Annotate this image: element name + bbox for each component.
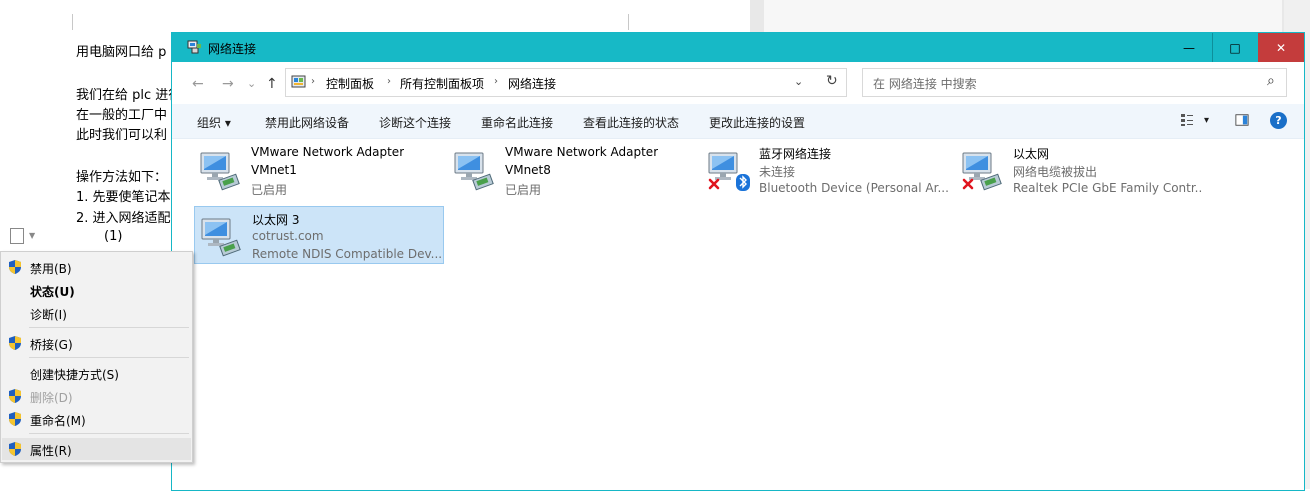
refresh-icon[interactable]: ↻ (826, 73, 838, 89)
breadcrumb-separator-icon: › (311, 76, 315, 87)
menu-item-label: 禁用(B) (30, 262, 72, 276)
connection-status: Remote NDIS Compatible Dev... (252, 247, 442, 261)
connection-name: VMware Network Adapter (251, 145, 405, 159)
search-placeholder: 在 网络连接 中搜索 (873, 77, 977, 91)
menu-item-properties[interactable]: 属性(R) (2, 438, 191, 460)
connection-name: 以太网 (1013, 147, 1050, 161)
menu-separator (29, 433, 189, 434)
uac-shield-icon (9, 260, 21, 274)
document-line: 此时我们可以利 (76, 128, 168, 143)
maximize-button[interactable]: □ (1212, 33, 1258, 62)
menu-item-label: 状态(U) (30, 285, 75, 299)
document-line: 在一般的工厂中 (76, 108, 168, 123)
network-adapter-icon (454, 152, 494, 191)
uac-shield-icon (9, 412, 21, 426)
change-view-caret-icon[interactable]: ▾ (1204, 115, 1209, 126)
address-dropdown-chevron-icon[interactable]: ⌄ (794, 75, 803, 88)
menu-item-label: 删除(D) (30, 391, 73, 405)
connection-item-ethernet-3[interactable]: 以太网 3 cotrust.com Remote NDIS Compatible… (194, 206, 444, 264)
connection-status: Bluetooth Device (Personal Ar... (759, 181, 949, 195)
connection-status: 已启用 (251, 183, 288, 197)
menu-item-label: 属性(R) (30, 444, 72, 458)
connection-device: VMnet1 (251, 163, 297, 177)
control-panel-icon (291, 75, 306, 88)
network-connections-app-icon (187, 40, 201, 54)
menu-item-delete: 删除(D) (2, 385, 191, 407)
uac-shield-icon (9, 336, 21, 350)
document-line: 用电脑网口给 p (76, 45, 167, 60)
connection-item-ethernet[interactable]: 以太网 网络电缆被拔出 Realtek PCIe GbE Family Cont… (956, 141, 1206, 199)
connection-context-menu: 禁用(B) 状态(U) 诊断(I) 桥接(G) 创建快捷方式(S) 删除(D) … (0, 251, 193, 463)
connection-device: VMnet8 (505, 163, 551, 177)
rename-connection-button[interactable]: 重命名此连接 (481, 114, 553, 131)
view-status-button[interactable]: 查看此连接的状态 (583, 114, 679, 131)
page-corner-mark (628, 14, 629, 30)
breadcrumb-network-connections[interactable]: 网络连接 (508, 75, 556, 92)
menu-item-label: 重命名(M) (30, 414, 86, 428)
connection-name: 以太网 3 (252, 213, 300, 227)
breadcrumb-separator-icon: › (494, 76, 498, 87)
minimize-button[interactable]: — (1166, 33, 1212, 62)
menu-item-label: 桥接(G) (30, 338, 73, 352)
menu-item-label: 创建快捷方式(S) (30, 368, 119, 382)
network-connections-window: 网络连接 — □ ✕ ← → ⌄ ↑ › 控制面板 › 所有控制面板项 › 网络… (171, 32, 1305, 491)
diagnose-connection-button[interactable]: 诊断这个连接 (379, 114, 451, 131)
menu-separator (29, 357, 189, 358)
window-title: 网络连接 (208, 42, 257, 56)
breadcrumb-separator-icon: › (387, 76, 391, 87)
close-button[interactable]: ✕ (1258, 33, 1304, 62)
menu-item-status[interactable]: 状态(U) (2, 279, 191, 301)
connection-name: 蓝牙网络连接 (759, 147, 832, 161)
uac-shield-icon (9, 389, 21, 403)
help-icon[interactable]: ? (1270, 112, 1287, 129)
recent-locations-chevron-icon[interactable]: ⌄ (247, 77, 256, 90)
forward-arrow-icon[interactable]: → (222, 76, 234, 92)
network-adapter-icon (201, 218, 241, 257)
menu-item-label: 诊断(I) (30, 308, 67, 322)
title-bar[interactable]: 网络连接 — □ ✕ (172, 33, 1304, 62)
connection-device: 未连接 (759, 165, 796, 179)
network-adapter-icon (962, 152, 1002, 191)
connection-item-vmnet8[interactable]: VMware Network Adapter VMnet8 已启用 (448, 141, 698, 199)
back-arrow-icon[interactable]: ← (192, 76, 204, 92)
document-line: 操作方法如下： (76, 170, 168, 185)
menu-item-bridge[interactable]: 桥接(G) (2, 332, 191, 354)
preview-pane-icon[interactable] (1235, 113, 1249, 127)
command-bar: 组织 ▾ 禁用此网络设备 诊断这个连接 重命名此连接 查看此连接的状态 更改此连… (172, 104, 1304, 139)
disable-device-button[interactable]: 禁用此网络设备 (265, 114, 349, 131)
connection-status: 已启用 (505, 183, 542, 197)
breadcrumb-control-panel[interactable]: 控制面板 (326, 75, 374, 92)
search-icon[interactable]: ⌕ (1267, 73, 1275, 89)
organize-menu-button[interactable]: 组织 ▾ (197, 114, 231, 131)
connection-device: cotrust.com (252, 229, 324, 243)
up-arrow-icon[interactable]: ↑ (266, 76, 278, 92)
search-box[interactable]: 在 网络连接 中搜索 ⌕ (862, 68, 1287, 97)
document-line: 我们在给 plc 进行 (76, 88, 182, 103)
bluetooth-adapter-icon (708, 152, 750, 191)
menu-item-create-shortcut[interactable]: 创建快捷方式(S) (2, 362, 191, 384)
address-bar[interactable]: › 控制面板 › 所有控制面板项 › 网络连接 ⌄ ↻ (285, 68, 847, 97)
uac-shield-icon (9, 442, 21, 456)
paste-options-caret-icon[interactable]: ▼ (29, 231, 35, 240)
menu-item-disable[interactable]: 禁用(B) (2, 256, 191, 278)
connection-status: Realtek PCIe GbE Family Contr... (1013, 181, 1203, 195)
page-corner-mark (72, 14, 73, 30)
menu-item-diagnose[interactable]: 诊断(I) (2, 302, 191, 324)
connection-name: VMware Network Adapter (505, 145, 659, 159)
connections-view: VMware Network Adapter VMnet1 已启用 VMware… (172, 139, 1304, 490)
connection-item-bluetooth[interactable]: 蓝牙网络连接 未连接 Bluetooth Device (Personal Ar… (702, 141, 952, 199)
network-adapter-icon (200, 152, 240, 191)
document-line: 2. 进入网络适配 (76, 211, 171, 226)
paste-options-icon[interactable] (10, 228, 24, 244)
menu-item-rename[interactable]: 重命名(M) (2, 408, 191, 430)
menu-separator (29, 327, 189, 328)
breadcrumb-all-items[interactable]: 所有控制面板项 (400, 75, 484, 92)
change-view-icon[interactable] (1180, 113, 1194, 127)
navigation-bar: ← → ⌄ ↑ › 控制面板 › 所有控制面板项 › 网络连接 ⌄ ↻ 在 网络… (172, 62, 1304, 104)
connection-device: 网络电缆被拔出 (1013, 165, 1098, 179)
connection-item-vmnet1[interactable]: VMware Network Adapter VMnet1 已启用 (194, 141, 444, 199)
document-line: (1) (104, 229, 123, 244)
document-line: 1. 先要使笔记本 (76, 190, 171, 205)
change-settings-button[interactable]: 更改此连接的设置 (709, 114, 805, 131)
